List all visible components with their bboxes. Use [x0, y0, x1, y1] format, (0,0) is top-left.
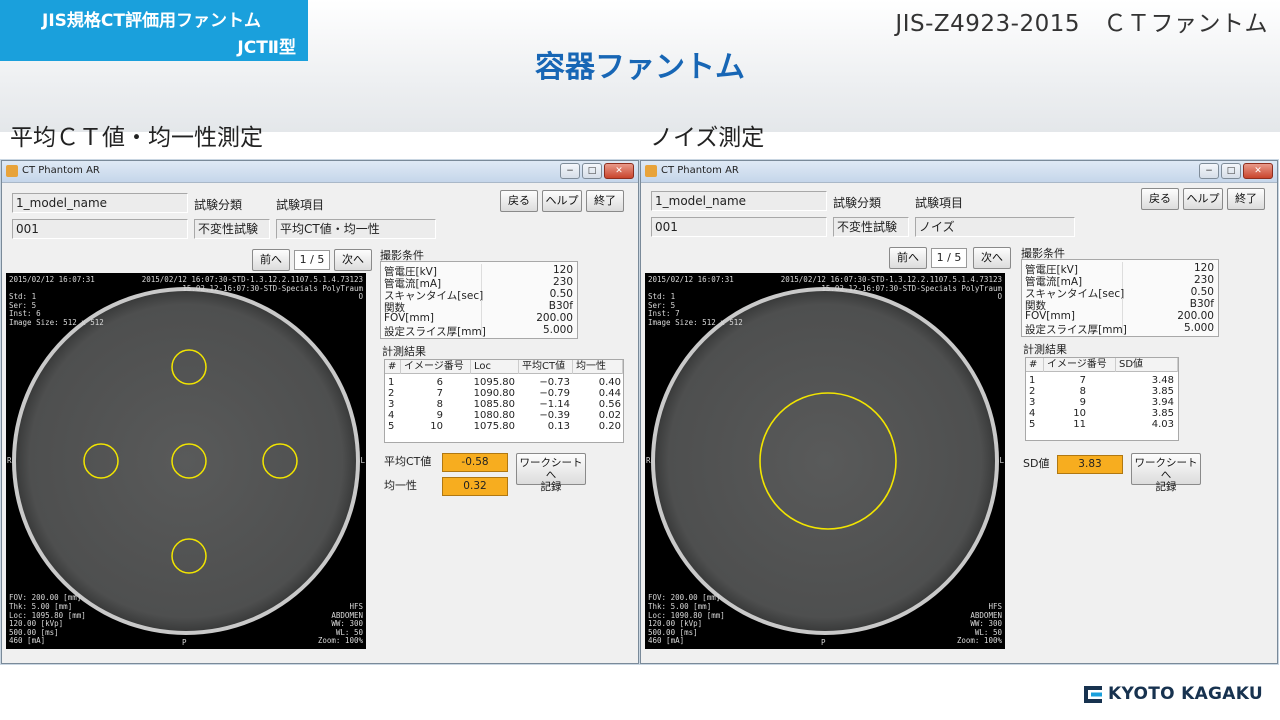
overlay-top-left: 2015/02/12 16:07:31 Std: 1 Ser: 5 Inst: 7…: [648, 275, 743, 327]
back-button[interactable]: 戻る: [1141, 188, 1179, 210]
page-indicator: 1 / 5: [294, 250, 330, 270]
app-icon: [645, 165, 657, 177]
record-worksheet-button[interactable]: ワークシートへ 記録: [516, 453, 586, 493]
orient-right: L: [999, 456, 1004, 465]
record-worksheet-button[interactable]: ワークシートへ 記録: [1131, 453, 1201, 493]
exit-button[interactable]: 終了: [586, 190, 624, 212]
logo-mark-icon: [1084, 686, 1102, 703]
orient-right: L: [360, 456, 365, 465]
condition-row: 関数 B30f: [384, 300, 573, 314]
condition-row: 管電流[mA] 230: [384, 276, 573, 290]
next-button[interactable]: 次へ: [973, 247, 1011, 269]
overlay-bottom-right: HFS ABDOMEN WW: 300 WL: 50 Zoom: 100%: [317, 602, 363, 646]
left-section-title: 平均ＣＴ値・均一性測定: [10, 125, 263, 151]
condition-row: 管電圧[kV] 120: [1025, 262, 1214, 276]
overlay-bottom-right: HFS ABDOMEN WW: 300 WL: 50 Zoom: 100%: [956, 602, 1002, 646]
brand-line1: JIS規格CT評価用ファントム: [42, 11, 261, 31]
orient-bottom: P: [182, 638, 187, 648]
condition-row: 設定スライス厚[mm] 5.000: [384, 324, 573, 338]
condition-row: スキャンタイム[sec] 0.50: [384, 288, 573, 302]
page-title: 容器ファントム: [535, 50, 745, 85]
window-title: CT Phantom AR: [661, 165, 739, 176]
sd-value: 3.83: [1057, 455, 1123, 474]
orient-bottom: P: [821, 638, 826, 648]
maximize-button[interactable]: □: [582, 163, 602, 179]
results-label: 計測結果: [382, 345, 426, 358]
close-button[interactable]: ✕: [604, 163, 634, 179]
kyoto-kagaku-logo: KYOTO KAGAKU: [1082, 684, 1264, 706]
test-item-label: 試験項目: [915, 196, 964, 210]
ct-image-viewer[interactable]: 2015/02/12 16:07:31 Std: 1 Ser: 5 Inst: 6…: [6, 273, 366, 649]
sd-label: SD値: [1023, 457, 1050, 470]
conditions-table: 管電圧[kV] 120 管電流[mA] 230 スキャンタイム[sec] 0.50 関…: [380, 261, 578, 339]
orient-left: R: [7, 456, 12, 465]
condition-row: スキャンタイム[sec] 0.50: [1025, 286, 1214, 300]
help-button[interactable]: ヘルプ: [542, 190, 582, 212]
next-button[interactable]: 次へ: [334, 249, 372, 271]
minimize-button[interactable]: −: [1199, 163, 1219, 179]
overlay-top-left: 2015/02/12 16:07:31 Std: 1 Ser: 5 Inst: 6…: [9, 275, 104, 327]
condition-row: 設定スライス厚[mm] 5.000: [1025, 322, 1214, 336]
test-category-field: 不変性試験: [833, 217, 909, 237]
test-item-label: 試験項目: [276, 198, 325, 212]
logo-text: KYOTO KAGAKU: [1108, 684, 1264, 704]
mean-ct-value: -0.58: [442, 453, 508, 472]
phantom-body: [16, 291, 356, 631]
uniformity-label: 均一性: [384, 479, 417, 492]
prev-button[interactable]: 前へ: [252, 249, 290, 271]
phantom-body: [655, 291, 995, 631]
overlay-bottom-left: FOV: 200.00 [mm] Thk: 5.00 [mm] Loc: 1090…: [648, 593, 725, 646]
left-app-window: CT Phantom AR − □ ✕ 1_model_name 001 試験分…: [1, 160, 639, 664]
right-app-window: CT Phantom AR − □ ✕ 1_model_name 001 試験分…: [640, 160, 1278, 664]
results-table[interactable]: # イメージ番号 SD値 1 7 3.48 2 8 3.85 3 9 3.94 …: [1025, 357, 1179, 441]
test-item-field: ノイズ: [915, 217, 1075, 237]
test-category-label: 試験分類: [833, 196, 882, 210]
uniformity-value: 0.32: [442, 477, 508, 496]
model-id-field[interactable]: 001: [651, 217, 827, 237]
results-label: 計測結果: [1023, 343, 1067, 356]
model-id-field[interactable]: 001: [12, 219, 188, 239]
condition-row: 管電流[mA] 230: [1025, 274, 1214, 288]
mean-ct-label: 平均CT値: [384, 455, 432, 468]
right-section-title: ノイズ測定: [650, 125, 765, 151]
test-category-label: 試験分類: [194, 198, 243, 212]
model-name-field[interactable]: 1_model_name: [651, 191, 827, 211]
condition-row: 管電圧[kV] 120: [384, 264, 573, 278]
close-button[interactable]: ✕: [1243, 163, 1273, 179]
condition-row: FOV[mm] 200.00: [384, 312, 573, 324]
results-header-row: # イメージ番号 Loc 平均CT値 均一性: [385, 360, 623, 374]
window-titlebar[interactable]: CT Phantom AR − □ ✕: [641, 161, 1277, 183]
window-titlebar[interactable]: CT Phantom AR − □ ✕: [2, 161, 638, 183]
maximize-button[interactable]: □: [1221, 163, 1241, 179]
ct-image-viewer[interactable]: 2015/02/12 16:07:31 Std: 1 Ser: 5 Inst: 7…: [645, 273, 1005, 649]
page-indicator: 1 / 5: [931, 248, 967, 268]
overlay-top-right: 2015/02/12 16:07:30-STD-1.3.12.2.1107.5.…: [141, 275, 363, 302]
results-table[interactable]: # イメージ番号 Loc 平均CT値 均一性 1 6 1095.80 −0.73…: [384, 359, 624, 443]
prev-button[interactable]: 前へ: [889, 247, 927, 269]
orient-left: R: [646, 456, 651, 465]
overlay-bottom-left: FOV: 200.00 [mm] Thk: 5.00 [mm] Loc: 1095…: [9, 593, 86, 646]
condition-row: FOV[mm] 200.00: [1025, 310, 1214, 322]
minimize-button[interactable]: −: [560, 163, 580, 179]
window-title: CT Phantom AR: [22, 165, 100, 176]
conditions-table: 管電圧[kV] 120 管電流[mA] 230 スキャンタイム[sec] 0.50 関…: [1021, 259, 1219, 337]
condition-row: 関数 B30f: [1025, 298, 1214, 312]
results-header-row: # イメージ番号 SD値: [1026, 358, 1178, 372]
test-category-field: 不変性試験: [194, 219, 270, 239]
back-button[interactable]: 戻る: [500, 190, 538, 212]
exit-button[interactable]: 終了: [1227, 188, 1265, 210]
model-name-field[interactable]: 1_model_name: [12, 193, 188, 213]
standard-title: JIS-Z4923-2015 ＣＴファントム: [895, 11, 1268, 37]
overlay-top-right: 2015/02/12 16:07:30-STD-1.3.12.2.1107.5.…: [780, 275, 1002, 302]
help-button[interactable]: ヘルプ: [1183, 188, 1223, 210]
app-icon: [6, 165, 18, 177]
test-item-field: 平均CT値・均一性: [276, 219, 436, 239]
